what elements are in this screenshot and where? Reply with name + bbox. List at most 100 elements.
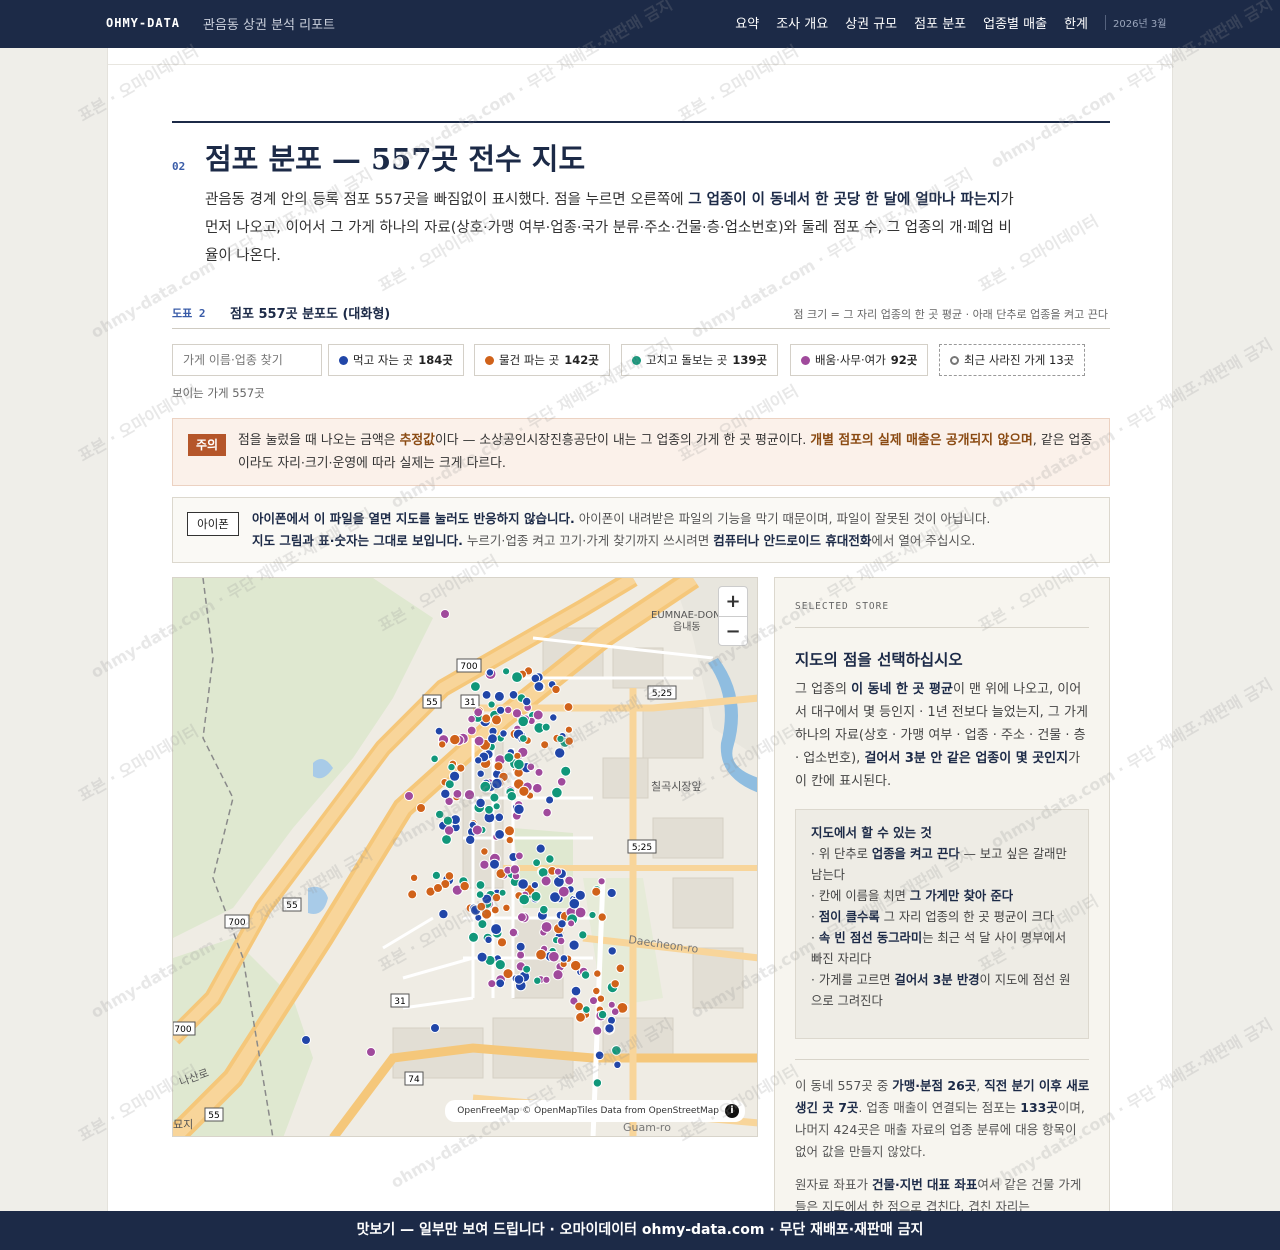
store-point[interactable] xyxy=(508,927,519,938)
store-point[interactable] xyxy=(530,881,539,890)
store-point[interactable] xyxy=(441,834,452,845)
zoom-out-button[interactable]: − xyxy=(719,616,747,645)
store-search-input[interactable] xyxy=(172,344,322,376)
store-point[interactable] xyxy=(491,714,502,726)
store-point[interactable] xyxy=(404,791,414,801)
filter-chip-retail[interactable]: 물건 파는 곳 142곳 xyxy=(474,344,610,376)
store-point[interactable] xyxy=(443,825,455,836)
store-point[interactable] xyxy=(540,875,552,887)
store-point[interactable] xyxy=(592,1078,603,1088)
store-point[interactable] xyxy=(563,702,574,712)
store-point[interactable] xyxy=(541,722,551,732)
store-point[interactable] xyxy=(475,890,485,899)
store-point[interactable] xyxy=(479,859,490,870)
store-point[interactable] xyxy=(494,959,506,971)
nav-link-limits[interactable]: 한계 xyxy=(1064,13,1088,32)
store-point[interactable] xyxy=(578,930,588,940)
store-point[interactable] xyxy=(513,803,525,816)
store-point[interactable] xyxy=(522,964,532,974)
store-point[interactable] xyxy=(489,858,500,870)
store-point[interactable] xyxy=(613,1060,622,1069)
store-point[interactable] xyxy=(481,690,492,700)
store-point[interactable] xyxy=(518,893,531,906)
store-point[interactable] xyxy=(509,864,521,875)
store-point[interactable] xyxy=(435,809,445,820)
store-point[interactable] xyxy=(473,735,485,747)
store-point[interactable] xyxy=(532,782,543,794)
store-point[interactable] xyxy=(542,975,551,984)
store-point[interactable] xyxy=(533,976,542,985)
store-point[interactable] xyxy=(591,886,602,897)
store-point[interactable] xyxy=(479,780,492,793)
store-point[interactable] xyxy=(517,715,530,728)
store-point[interactable] xyxy=(487,733,498,745)
store-point[interactable] xyxy=(449,733,461,746)
store-point[interactable] xyxy=(552,969,564,981)
store-point[interactable] xyxy=(477,919,488,930)
store-point[interactable] xyxy=(496,937,508,948)
store-point[interactable] xyxy=(485,668,495,677)
store-point[interactable] xyxy=(522,696,532,707)
store-point[interactable] xyxy=(489,792,500,803)
store-point[interactable] xyxy=(470,681,481,692)
store-point[interactable] xyxy=(301,1035,311,1045)
store-point[interactable] xyxy=(493,761,504,772)
store-point[interactable] xyxy=(589,996,598,1006)
store-point[interactable] xyxy=(505,835,514,845)
store-point[interactable] xyxy=(615,963,626,974)
store-point[interactable] xyxy=(597,912,607,922)
store-point[interactable] xyxy=(559,954,569,963)
store-point[interactable] xyxy=(606,887,617,899)
nav-link-sales-by-sector[interactable]: 업종별 매출 xyxy=(983,13,1047,32)
store-point[interactable] xyxy=(540,740,550,750)
store-point[interactable] xyxy=(499,729,508,738)
store-point[interactable] xyxy=(504,705,513,715)
store-point[interactable] xyxy=(468,931,479,943)
store-point[interactable] xyxy=(452,789,463,799)
store-point[interactable] xyxy=(526,762,536,772)
brand-logo[interactable]: OHMY-DATA xyxy=(106,16,180,30)
store-point[interactable] xyxy=(490,905,500,915)
store-point[interactable] xyxy=(490,923,503,936)
store-point[interactable] xyxy=(534,767,544,777)
store-point[interactable] xyxy=(517,912,527,923)
store-point[interactable] xyxy=(431,870,441,880)
store-point[interactable] xyxy=(492,802,501,811)
store-point[interactable] xyxy=(459,880,470,892)
store-point[interactable] xyxy=(535,948,547,961)
store-point[interactable] xyxy=(434,726,444,736)
store-point[interactable] xyxy=(548,950,560,963)
store-point[interactable] xyxy=(503,752,515,763)
store-point[interactable] xyxy=(611,1045,622,1056)
store-point[interactable] xyxy=(516,950,526,960)
store-point[interactable] xyxy=(568,939,580,951)
store-point[interactable] xyxy=(473,707,484,718)
store-point[interactable] xyxy=(491,777,503,790)
store-point[interactable] xyxy=(588,910,597,920)
store-point[interactable] xyxy=(438,908,449,920)
store-point[interactable] xyxy=(508,690,519,700)
store-point[interactable] xyxy=(610,1007,620,1017)
store-point[interactable] xyxy=(607,946,617,956)
store-point[interactable] xyxy=(540,921,553,933)
store-point[interactable] xyxy=(517,878,529,890)
store-point[interactable] xyxy=(495,978,506,989)
store-point[interactable] xyxy=(610,979,620,989)
store-point[interactable] xyxy=(442,815,453,826)
store-point[interactable] xyxy=(597,1009,608,1020)
store-point[interactable] xyxy=(444,871,455,881)
store-point[interactable] xyxy=(467,714,476,724)
store-point[interactable] xyxy=(545,854,555,864)
store-point[interactable] xyxy=(487,979,497,989)
store-point[interactable] xyxy=(530,890,542,902)
store-point[interactable] xyxy=(493,690,505,702)
store-point[interactable] xyxy=(594,1050,605,1061)
store-point[interactable] xyxy=(539,904,549,915)
store-point[interactable] xyxy=(532,858,542,868)
nav-link-store-distribution[interactable]: 점포 분포 xyxy=(914,13,966,32)
store-point[interactable] xyxy=(533,681,545,692)
store-point[interactable] xyxy=(556,936,566,946)
store-point[interactable] xyxy=(471,824,483,836)
store-point[interactable] xyxy=(564,736,574,746)
store-point[interactable] xyxy=(518,734,528,743)
